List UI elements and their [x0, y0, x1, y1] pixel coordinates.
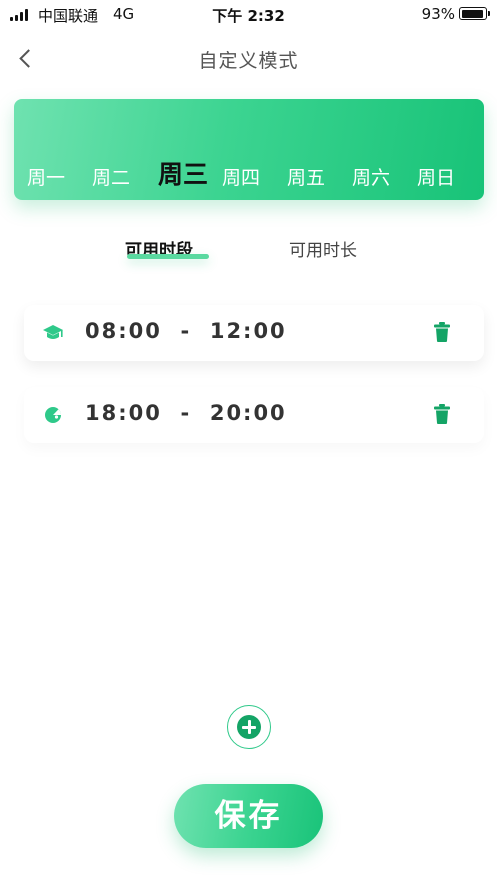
time-slot-row[interactable]: 18:00 - 20:00	[24, 387, 484, 443]
day-wednesday[interactable]: 周三	[155, 155, 211, 191]
day-label: 周三	[158, 160, 209, 189]
status-bar: 中国联通 4G 下午 2:32 93%	[0, 0, 497, 28]
day-label: 周四	[222, 167, 261, 189]
day-label: 周一	[27, 167, 66, 189]
nav-bar: 自定义模式	[0, 38, 497, 78]
trash-icon[interactable]	[432, 321, 452, 343]
day-monday[interactable]: 周一	[27, 163, 65, 190]
battery-icon	[459, 7, 490, 20]
end-time: 20:00	[209, 401, 287, 425]
time-separator: -	[180, 319, 192, 343]
trash-icon[interactable]	[432, 403, 452, 425]
page: 中国联通 4G 下午 2:32 93% 自定义模式 周一 周二 周三 周四 周五…	[0, 0, 497, 883]
add-time-slot-button[interactable]	[227, 705, 271, 749]
end-time: 12:00	[209, 319, 287, 343]
time-range: 08:00 - 12:00	[85, 319, 287, 343]
day-label: 周六	[352, 167, 391, 189]
time-separator: -	[180, 401, 192, 425]
start-time: 08:00	[85, 319, 162, 343]
page-title: 自定义模式	[198, 50, 299, 72]
day-sunday[interactable]: 周日	[417, 163, 455, 190]
week-selector: 周一 周二 周三 周四 周五 周六 周日	[14, 99, 484, 200]
day-thursday[interactable]: 周四	[222, 163, 260, 190]
start-time: 18:00	[85, 401, 162, 425]
time-range: 18:00 - 20:00	[85, 401, 287, 425]
time-slot-row[interactable]: 08:00 - 12:00	[24, 305, 484, 361]
plus-icon	[237, 715, 261, 739]
graduation-cap-icon	[43, 325, 63, 339]
battery-percent: 93%	[421, 5, 455, 23]
tab-available-duration[interactable]: 可用时长	[289, 236, 357, 261]
tab-active-indicator	[127, 254, 209, 259]
day-saturday[interactable]: 周六	[352, 163, 390, 190]
day-label: 周二	[92, 167, 131, 189]
save-button[interactable]: 保存	[174, 784, 323, 848]
day-label: 周日	[417, 167, 456, 189]
day-label: 周五	[287, 167, 326, 189]
day-friday[interactable]: 周五	[287, 163, 325, 190]
day-tuesday[interactable]: 周二	[92, 163, 130, 190]
pie-chart-icon	[45, 407, 61, 423]
